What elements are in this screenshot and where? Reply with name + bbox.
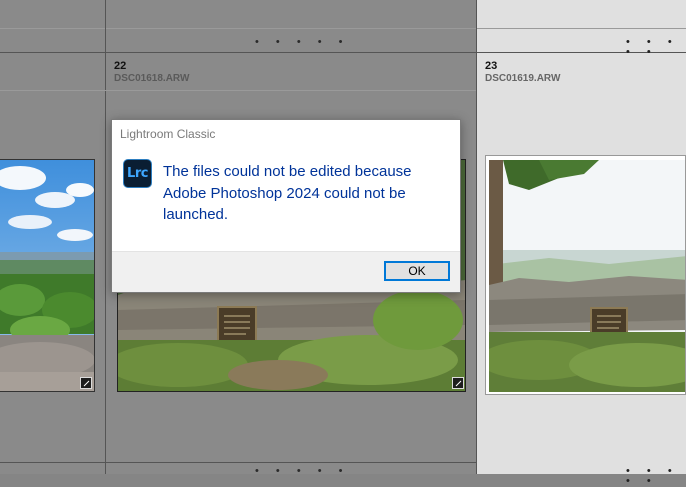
photo-thumbnail[interactable] bbox=[0, 159, 95, 392]
cell-filename: DSC01618.ARW bbox=[114, 73, 190, 84]
grid-row-divider bbox=[0, 28, 686, 29]
error-dialog: Lightroom Classic Lrc The files could no… bbox=[111, 119, 461, 293]
dialog-message: The files could not be edited because Ad… bbox=[163, 163, 412, 223]
lightroom-app-icon: Lrc bbox=[123, 159, 152, 188]
cell-index: 22 bbox=[114, 60, 127, 72]
dialog-title: Lightroom Classic bbox=[120, 127, 216, 141]
landscape-photo bbox=[0, 160, 94, 391]
dialog-footer: OK bbox=[112, 251, 460, 292]
grid-row-divider bbox=[0, 52, 686, 53]
rating-dots[interactable]: • • • • • bbox=[626, 37, 686, 58]
edit-badge-icon[interactable] bbox=[80, 377, 92, 389]
cell-filename: DSC01619.ARW bbox=[485, 73, 561, 84]
grid-column-divider bbox=[476, 0, 477, 474]
grid-row-divider bbox=[0, 462, 476, 463]
photo-thumbnail[interactable] bbox=[485, 155, 686, 395]
cell-header-divider bbox=[0, 90, 476, 91]
scenic-view-photo bbox=[489, 160, 685, 392]
rating-dots[interactable]: • • • • • bbox=[255, 37, 349, 48]
rating-dots[interactable]: • • • • • bbox=[255, 466, 349, 477]
cell-index: 23 bbox=[485, 60, 498, 72]
ok-button[interactable]: OK bbox=[384, 261, 450, 281]
grid-column-divider bbox=[105, 0, 106, 474]
rating-dots[interactable]: • • • • • bbox=[626, 466, 686, 487]
edit-badge-icon[interactable] bbox=[452, 377, 464, 389]
